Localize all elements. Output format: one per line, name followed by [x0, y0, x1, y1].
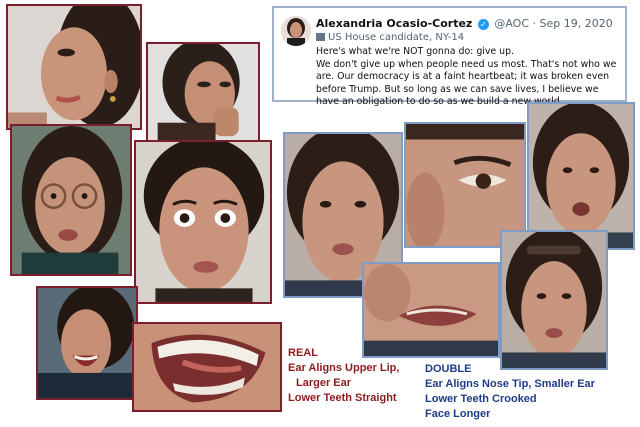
real-caption-line3: Lower Teeth Straight [288, 392, 397, 404]
tweet-separator: · [532, 17, 540, 30]
real-photo-profile-earring [6, 4, 142, 130]
real-photo-hand-chin [146, 42, 260, 142]
double-caption-line2: Lower Teeth Crooked [425, 393, 537, 405]
real-photo-teeth-closeup [132, 322, 282, 412]
tweet-text-line1: Here's what we're NOT gonna do: give up. [316, 46, 515, 57]
tweet-author-name[interactable]: Alexandria Ocasio-Cortez [316, 17, 472, 30]
tweet-date[interactable]: Sep 19, 2020 [540, 17, 613, 30]
government-building-icon [316, 33, 325, 41]
double-caption: DOUBLE Ear Aligns Nose Tip, Smaller Ear … [425, 362, 595, 422]
tweet-card: Alexandria Ocasio-Cortez ✓ @AOC · Sep 19… [272, 6, 627, 107]
double-caption-title: DOUBLE [425, 363, 472, 375]
tweet-label: US House candidate, NY-14 [316, 32, 464, 43]
real-caption-line2: Larger Ear [296, 377, 352, 389]
double-caption-line3: Face Longer [425, 408, 491, 420]
real-caption-title: REAL [288, 347, 318, 359]
real-photo-wide-eyes [134, 140, 272, 304]
real-caption: REAL Ear Aligns Upper Lip, Larger Ear Lo… [288, 346, 399, 406]
double-photo-mouth-closeup [362, 262, 500, 358]
real-photo-glasses [10, 124, 132, 276]
tweet-avatar [281, 16, 311, 46]
double-photo-glasses-on-head [500, 230, 608, 370]
double-photo-talking [527, 102, 635, 250]
real-photo-laughing [36, 286, 138, 400]
tweet-body: Here's what we're NOT gonna do: give up.… [316, 46, 622, 109]
tweet-handle[interactable]: @AOC [494, 17, 529, 30]
tweet-header: Alexandria Ocasio-Cortez ✓ @AOC · Sep 19… [316, 17, 613, 30]
verified-badge-icon: ✓ [477, 18, 489, 30]
tweet-label-text: US House candidate, NY-14 [328, 32, 465, 43]
double-caption-line1: Ear Aligns Nose Tip, Smaller Ear [425, 378, 595, 390]
real-caption-line1: Ear Aligns Upper Lip, [288, 362, 400, 374]
